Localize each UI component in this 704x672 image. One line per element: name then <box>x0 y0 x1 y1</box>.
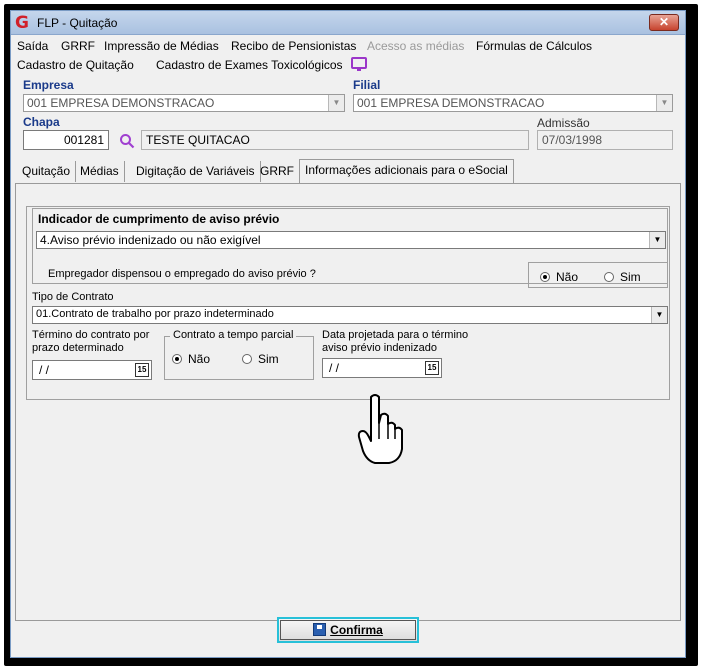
title-bar: G FLP - Quitação ✕ <box>11 11 685 35</box>
termino-date-value: / / <box>39 363 50 377</box>
termino-label-line1: Término do contrato por <box>32 329 150 341</box>
parcial-radio-nao[interactable]: Não <box>172 352 210 366</box>
empresa-value: 001 EMPRESA DEMONSTRACAO <box>27 96 215 110</box>
menu-recibo-pensionistas[interactable]: Recibo de Pensionistas <box>231 39 356 53</box>
close-icon: ✕ <box>658 15 670 29</box>
termino-label-line2: prazo determinado <box>32 342 124 354</box>
tab-panel-esocial: Indicador de cumprimento de aviso prévio… <box>15 183 681 621</box>
contrato-select[interactable]: 01.Contrato de trabalho por prazo indete… <box>32 306 668 324</box>
menu-bar: Saída GRRF Impressão de Médias Recibo de… <box>11 37 685 77</box>
tab-medias[interactable]: Médias <box>75 161 125 182</box>
main-window: G FLP - Quitação ✕ Saída GRRF Impressão … <box>10 10 686 658</box>
projetada-label: Data projetada para o término aviso prév… <box>322 329 468 355</box>
menu-cadastro-exames[interactable]: Cadastro de Exames Toxicológicos <box>156 58 343 72</box>
menu-impressao-medias[interactable]: Impressão de Médias <box>104 39 219 53</box>
chevron-down-icon[interactable]: ▼ <box>649 232 665 248</box>
confirm-label: Confirma <box>330 623 383 637</box>
search-icon[interactable] <box>119 133 135 149</box>
parcial-radio-sim[interactable]: Sim <box>242 352 279 366</box>
chapa-input[interactable]: 001281 <box>23 130 109 150</box>
aviso-select[interactable]: 4.Aviso prévio indenizado ou não exigíve… <box>36 231 666 249</box>
admissao-label: Admissão <box>537 116 590 130</box>
aviso-radio-sim[interactable]: Sim <box>604 270 641 284</box>
empresa-select[interactable]: 001 EMPRESA DEMONSTRACAO ▼ <box>23 94 345 112</box>
app-logo-icon: G <box>15 13 29 33</box>
radio-unchecked-icon <box>242 354 252 364</box>
contrato-label: Tipo de Contrato <box>32 291 114 303</box>
radio-checked-icon <box>172 354 182 364</box>
window-title: FLP - Quitação <box>37 16 118 30</box>
tab-quitacao[interactable]: Quitação <box>17 161 77 182</box>
menu-formulas-calculos[interactable]: Fórmulas de Cálculos <box>476 39 592 53</box>
parcial-sim-label: Sim <box>258 352 279 366</box>
parcial-nao-label: Não <box>188 352 211 366</box>
calendar-icon[interactable]: 15 <box>425 361 439 375</box>
employee-name-field: TESTE QUITACAO <box>141 130 529 150</box>
calendar-icon[interactable]: 15 <box>135 363 149 377</box>
termino-date-input[interactable]: / / 15 <box>32 360 152 380</box>
hand-cursor-icon <box>357 394 403 464</box>
tab-grrf[interactable]: GRRF <box>255 161 300 182</box>
aviso-sim-label: Sim <box>620 270 641 284</box>
aviso-value: 4.Aviso prévio indenizado ou não exigíve… <box>40 233 261 247</box>
aviso-radio-nao[interactable]: Não <box>540 270 578 284</box>
tab-digitacao-variaveis[interactable]: Digitação de Variáveis <box>131 161 261 182</box>
menu-grrf[interactable]: GRRF <box>61 39 95 53</box>
filial-value: 001 EMPRESA DEMONSTRACAO <box>357 96 545 110</box>
tab-esocial[interactable]: Informações adicionais para o eSocial <box>299 159 514 183</box>
filial-label: Filial <box>353 78 381 92</box>
menu-saida[interactable]: Saída <box>17 39 48 53</box>
chevron-down-icon[interactable]: ▼ <box>328 95 344 111</box>
aviso-title: Indicador de cumprimento de aviso prévio <box>38 212 280 226</box>
empresa-label: Empresa <box>23 78 74 92</box>
monitor-icon[interactable] <box>351 57 367 71</box>
close-button[interactable]: ✕ <box>649 14 679 31</box>
menu-cadastro-quitacao[interactable]: Cadastro de Quitação <box>17 58 134 72</box>
filial-select[interactable]: 001 EMPRESA DEMONSTRACAO ▼ <box>353 94 673 112</box>
termino-label: Término do contrato por prazo determinad… <box>32 329 149 355</box>
radio-unchecked-icon <box>604 272 614 282</box>
chapa-label: Chapa <box>23 115 60 129</box>
projetada-label-line2: aviso prévio indenizado <box>322 342 437 354</box>
save-icon <box>313 623 327 636</box>
aviso-question: Empregador dispensou o empregado do avis… <box>48 268 316 280</box>
projetada-date-value: / / <box>329 361 340 375</box>
admissao-field: 07/03/1998 <box>537 130 673 150</box>
menu-acesso-medias: Acesso as médias <box>367 39 465 53</box>
contrato-value: 01.Contrato de trabalho por prazo indete… <box>36 308 274 320</box>
projetada-label-line1: Data projetada para o término <box>322 329 469 341</box>
projetada-date-input[interactable]: / / 15 <box>322 358 442 378</box>
radio-checked-icon <box>540 272 550 282</box>
chevron-down-icon[interactable]: ▼ <box>656 95 672 111</box>
confirm-button[interactable]: Confirma <box>277 617 419 643</box>
chevron-down-icon[interactable]: ▼ <box>651 307 667 323</box>
aviso-nao-label: Não <box>556 270 579 284</box>
parcial-title: Contrato a tempo parcial <box>170 329 297 341</box>
